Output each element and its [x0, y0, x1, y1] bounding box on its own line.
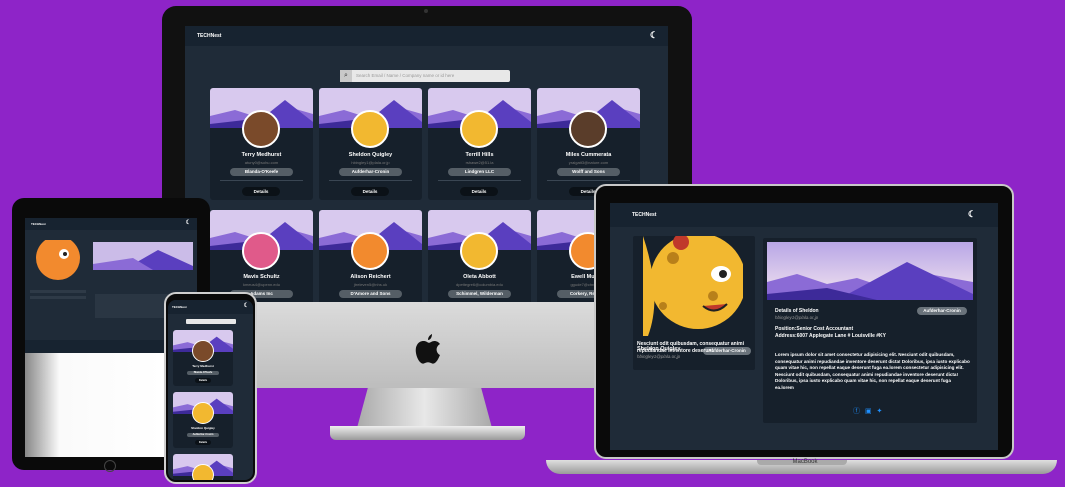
search-icon[interactable]: ⌕ [340, 70, 352, 82]
dark-mode-toggle-icon[interactable]: ☾ [650, 30, 658, 41]
linkedin-icon[interactable]: ▣ [865, 408, 872, 415]
divider [329, 180, 412, 181]
avatar [192, 340, 214, 362]
details-button[interactable]: Details [242, 187, 280, 196]
user-card: Sheldon Quigley hbingley1@plala.or.jp Au… [319, 88, 422, 200]
user-card: Mavis Schultz kmeus4@upenn.edu Adams Inc… [210, 210, 313, 302]
text-placeholder [30, 296, 86, 299]
brand-logo[interactable]: TECHNest [31, 222, 46, 226]
avatar [569, 110, 607, 148]
navbar: TECHNest ☾ [185, 26, 668, 46]
navbar: TECHNest ☾ [168, 300, 253, 314]
avatar [242, 232, 280, 270]
user-email: yraigatt3@nature.com [568, 160, 609, 165]
avatar [351, 110, 389, 148]
company-badge: Aufderhar-Cronin [339, 168, 402, 176]
profile-tagline: Nesciunt odit quibusdam, consequatur ani… [637, 341, 744, 354]
navbar: TECHNest ☾ [610, 203, 998, 227]
imac-stand [357, 388, 492, 428]
avatar [36, 240, 80, 280]
details-heading: Details of Sheldon [775, 308, 819, 314]
search-input[interactable]: Search Email / Name / Company name or id… [356, 73, 454, 78]
brand-logo[interactable]: TECHNest [632, 212, 656, 218]
user-name: Miles Cummerata [565, 152, 612, 158]
avatar [643, 236, 743, 336]
user-name: Terry Medhurst [192, 364, 214, 368]
divider [547, 180, 630, 181]
user-email: jtreleven5@nhs.uk [353, 282, 388, 287]
divider [438, 180, 521, 181]
user-name: Terry Medhurst [241, 152, 282, 158]
address-row: Address:6007 Applegate Lane # Louisville… [775, 333, 886, 339]
brand-logo[interactable]: TECHNest [197, 33, 221, 39]
address-label: Address: [775, 333, 797, 339]
ipad-home-button [104, 460, 116, 472]
position-row: Position:Senior Cost Accountant [775, 326, 853, 332]
address-value: 6007 Applegate Lane # Louisville #KY [796, 333, 886, 339]
user-card: Oleta Abbott dpettegre6@columbia.edu Sch… [428, 210, 531, 302]
dark-mode-toggle-icon[interactable]: ☾ [244, 302, 249, 309]
user-name: Terrill Hills [465, 152, 494, 158]
brand-logo[interactable]: TECHNest [172, 305, 187, 309]
company-badge: Lindgren LLC [448, 168, 511, 176]
company-badge: Aufderhar-Cronin [187, 433, 219, 437]
avatar [460, 232, 498, 270]
company-badge: Schimmel, Wilderman [448, 290, 511, 298]
macbook-screen: TECHNest ☾ Sheldon Quigley hbingley1@pla… [610, 203, 998, 450]
details-button[interactable]: Details [195, 378, 211, 383]
user-name: Alison Reichert [350, 274, 391, 280]
user-card: Sheldon Quigley Aufderhar-Cronin Details [173, 392, 233, 448]
search-bar[interactable]: ⌕ Search Email / Name / Company name or … [340, 70, 510, 82]
imac-camera [424, 9, 428, 13]
dark-mode-toggle-icon[interactable]: ☾ [186, 219, 191, 226]
user-card: Terrill Hills rshawe2@51.la Lindgren LLC… [428, 88, 531, 200]
user-card: Alison Reichert jtreleven5@nhs.uk D'Amor… [319, 210, 422, 302]
avatar [460, 110, 498, 148]
user-card: Terrill Hills Lindgren LLC Details [173, 454, 233, 480]
facebook-icon[interactable]: ⓕ [853, 408, 860, 415]
avatar [192, 464, 214, 480]
position-label: Position: [775, 326, 797, 332]
user-email: rshawe2@51.la [465, 160, 494, 165]
user-card: Terry Medhurst atuny0@sohu.com Blanda-O'… [210, 88, 313, 200]
company-badge: Aufderhar-Cronin [917, 307, 967, 315]
dark-mode-toggle-icon[interactable]: ☾ [968, 209, 976, 220]
divider [220, 180, 303, 181]
details-button[interactable]: Details [195, 440, 211, 445]
company-badge: Wolff and Sons [557, 168, 620, 176]
user-card: Terry Medhurst Blanda-O'Keefe Details [173, 330, 233, 386]
user-email: atuny0@sohu.com [244, 160, 279, 165]
text-placeholder [30, 290, 86, 293]
details-button[interactable]: Details [351, 187, 389, 196]
user-name: Sheldon Quigley [191, 426, 215, 430]
user-name: Sheldon Quigley [348, 152, 393, 158]
search-input[interactable] [186, 319, 236, 324]
details-panel: Details of Sheldon hbingley1@plala.or.jp… [763, 238, 977, 423]
user-email: dpettegre6@columbia.edu [456, 282, 503, 287]
position-value: Senior Cost Accountant [796, 326, 854, 332]
apple-logo-icon [412, 332, 442, 368]
imac-foot [330, 426, 525, 440]
user-email: hbingley1@plala.or.jp [351, 160, 390, 165]
avatar [351, 232, 389, 270]
social-links: ⓕ ▣ ✦ [853, 406, 882, 416]
user-name: Mavis Schultz [243, 274, 280, 280]
twitter-icon[interactable]: ✦ [877, 408, 883, 415]
details-button[interactable]: Details [460, 187, 498, 196]
landscape-banner [93, 242, 193, 270]
navbar: TECHNest ☾ [25, 218, 197, 230]
avatar [192, 402, 214, 424]
company-badge: Blanda-O'Keefe [230, 168, 293, 176]
user-name: Oleta Abbott [463, 274, 496, 280]
company-badge: Blanda-O'Keefe [187, 371, 219, 375]
company-badge: D'Amore and Sons [339, 290, 402, 298]
macbook-label: MacBook [792, 459, 818, 465]
user-email: kmeus4@upenn.edu [243, 282, 280, 287]
bio-text: Lorem ipsum dolor sit amet consectetur a… [775, 352, 970, 390]
landscape-banner [767, 242, 973, 300]
avatar [242, 110, 280, 148]
details-email: hbingley1@plala.or.jp [775, 315, 819, 320]
iphone-screen: TECHNest ☾ Terry Medhurst Blanda-O'Keefe… [168, 300, 253, 480]
